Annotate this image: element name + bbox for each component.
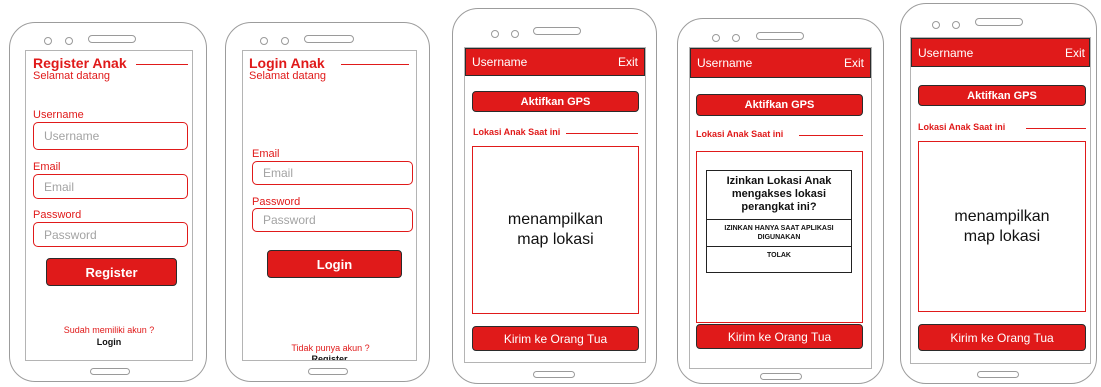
sensor-dot-icon bbox=[511, 30, 519, 38]
screen-map-final: Username Exit Aktifkan GPS Lokasi Anak S… bbox=[910, 37, 1091, 364]
dialog-question: Izinkan Lokasi Anak mengakses lokasi per… bbox=[707, 171, 851, 219]
title-divider bbox=[136, 64, 188, 65]
register-link[interactable]: Register bbox=[243, 353, 416, 360]
page-subtitle: Selamat datang bbox=[33, 70, 111, 82]
speaker-icon bbox=[88, 35, 136, 43]
screen-register: Register Anak Selamat datang Username Em… bbox=[25, 50, 193, 361]
section-divider bbox=[1026, 128, 1086, 129]
title-divider bbox=[341, 64, 409, 65]
screen-login: Login Anak Selamat datang Email Password… bbox=[242, 50, 417, 361]
sensor-dot-icon bbox=[65, 37, 73, 45]
section-divider bbox=[566, 133, 638, 134]
activate-gps-button[interactable]: Aktifkan GPS bbox=[472, 91, 639, 112]
footer-prompt: Sudah memiliki akun ? bbox=[63, 325, 155, 335]
map-placeholder[interactable]: menampilkan map lokasi bbox=[472, 146, 639, 314]
deny-button[interactable]: TOLAK bbox=[707, 246, 851, 264]
activate-gps-button[interactable]: Aktifkan GPS bbox=[918, 85, 1086, 106]
screen-permission: Username Exit Aktifkan GPS Lokasi Anak S… bbox=[689, 47, 872, 369]
screen-map: Username Exit Aktifkan GPS Lokasi Anak S… bbox=[464, 47, 646, 363]
home-bar[interactable] bbox=[308, 368, 348, 375]
email-input[interactable] bbox=[33, 174, 188, 199]
app-header: Username Exit bbox=[911, 38, 1090, 67]
phone-login: Login Anak Selamat datang Email Password… bbox=[225, 22, 430, 382]
phone-map: Username Exit Aktifkan GPS Lokasi Anak S… bbox=[452, 8, 657, 384]
header-username: Username bbox=[697, 56, 753, 70]
speaker-icon bbox=[304, 35, 354, 43]
page-subtitle: Selamat datang bbox=[249, 70, 327, 82]
username-input[interactable] bbox=[33, 122, 188, 150]
phone-permission: Username Exit Aktifkan GPS Lokasi Anak S… bbox=[677, 18, 884, 384]
page-title: Register Anak bbox=[33, 55, 127, 71]
send-to-parent-button[interactable]: Kirim ke Orang Tua bbox=[696, 324, 863, 349]
map-placeholder[interactable]: menampilkan map lokasi bbox=[918, 141, 1086, 312]
page-title: Login Anak bbox=[249, 55, 325, 71]
dialog-line-3: perangkat ini? bbox=[741, 201, 817, 213]
home-bar[interactable] bbox=[90, 368, 130, 375]
section-divider bbox=[799, 135, 863, 136]
phone-register: Register Anak Selamat datang Username Em… bbox=[9, 22, 207, 382]
app-header: Username Exit bbox=[690, 48, 871, 78]
section-label: Lokasi Anak Saat ini bbox=[473, 127, 561, 137]
send-to-parent-button[interactable]: Kirim ke Orang Tua bbox=[918, 324, 1086, 351]
camera-dot-icon bbox=[932, 21, 940, 29]
password-input[interactable] bbox=[252, 208, 413, 232]
password-input[interactable] bbox=[33, 222, 188, 247]
email-label: Email bbox=[33, 161, 61, 173]
sensor-dot-icon bbox=[732, 34, 740, 42]
login-button[interactable]: Login bbox=[267, 250, 402, 278]
permission-dialog: Izinkan Lokasi Anak mengakses lokasi per… bbox=[706, 170, 852, 273]
map-text-line-2: map lokasi bbox=[963, 227, 1041, 245]
map-text-line-1: menampilkan bbox=[507, 211, 604, 228]
dialog-line-1: Izinkan Lokasi Anak bbox=[726, 175, 832, 187]
speaker-icon bbox=[975, 18, 1023, 26]
section-label: Lokasi Anak Saat ini bbox=[918, 122, 1006, 132]
camera-dot-icon bbox=[712, 34, 720, 42]
section-label: Lokasi Anak Saat ini bbox=[696, 129, 784, 139]
home-bar[interactable] bbox=[977, 371, 1019, 378]
phone-map-final: Username Exit Aktifkan GPS Lokasi Anak S… bbox=[900, 3, 1097, 384]
camera-dot-icon bbox=[260, 37, 268, 45]
home-bar[interactable] bbox=[533, 371, 575, 378]
map-text-line-2: map lokasi bbox=[517, 231, 594, 248]
dialog-line-2: mengakses lokasi bbox=[731, 188, 827, 200]
username-label: Username bbox=[33, 109, 84, 121]
exit-button[interactable]: Exit bbox=[844, 56, 864, 70]
allow-line-2: DIGUNAKAN bbox=[757, 234, 801, 241]
activate-gps-button[interactable]: Aktifkan GPS bbox=[696, 94, 863, 116]
email-label: Email bbox=[252, 148, 280, 160]
sensor-dot-icon bbox=[281, 37, 289, 45]
speaker-icon bbox=[756, 32, 804, 40]
sensor-dot-icon bbox=[952, 21, 960, 29]
allow-while-using-button[interactable]: IZINKAN HANYA SAAT APLIKASI DIGUNAKAN bbox=[707, 219, 851, 246]
app-header: Username Exit bbox=[465, 48, 645, 76]
speaker-icon bbox=[533, 27, 581, 35]
register-button[interactable]: Register bbox=[46, 258, 177, 286]
header-username: Username bbox=[472, 55, 528, 69]
map-text-line-1: menampilkan bbox=[954, 207, 1050, 225]
email-input[interactable] bbox=[252, 161, 413, 185]
password-label: Password bbox=[33, 209, 82, 221]
header-username: Username bbox=[918, 45, 974, 60]
camera-dot-icon bbox=[491, 30, 499, 38]
camera-dot-icon bbox=[44, 37, 52, 45]
send-to-parent-button[interactable]: Kirim ke Orang Tua bbox=[472, 326, 639, 351]
password-label: Password bbox=[252, 196, 301, 208]
exit-button[interactable]: Exit bbox=[618, 55, 638, 69]
exit-button[interactable]: Exit bbox=[1065, 46, 1085, 60]
login-link[interactable]: Login bbox=[26, 336, 192, 348]
home-bar[interactable] bbox=[760, 373, 802, 380]
allow-line-1: IZINKAN HANYA SAAT APLIKASI bbox=[724, 225, 834, 232]
